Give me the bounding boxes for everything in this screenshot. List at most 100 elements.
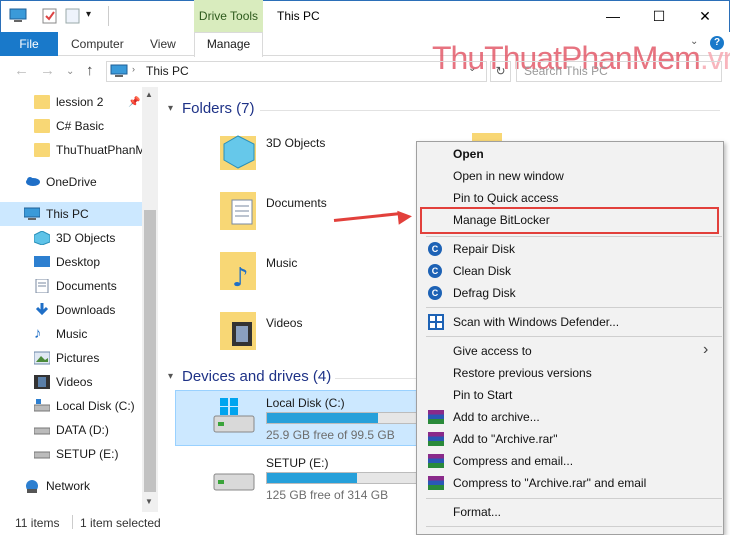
menu-item-open-new-window[interactable]: Open in new window bbox=[453, 169, 564, 183]
tab-manage[interactable]: Manage bbox=[194, 32, 263, 57]
menu-item-format[interactable]: Format... bbox=[453, 505, 501, 519]
tab-view[interactable]: View bbox=[150, 32, 176, 56]
properties-icon[interactable] bbox=[42, 8, 58, 24]
sidebar-scrollbar-thumb[interactable] bbox=[144, 210, 156, 492]
drive-usage-bar bbox=[266, 412, 418, 424]
system-drive-icon bbox=[33, 399, 51, 413]
sidebar-item-downloads[interactable]: Downloads bbox=[0, 298, 142, 322]
sidebar-item-local-disk-c[interactable]: Local Disk (C:) bbox=[0, 394, 142, 418]
divider bbox=[72, 515, 73, 529]
menu-item-give-access[interactable]: Give access to bbox=[453, 344, 532, 358]
menu-item-restore-versions[interactable]: Restore previous versions bbox=[453, 366, 592, 380]
menu-item-pin-quick-access[interactable]: Pin to Quick access bbox=[453, 191, 558, 205]
winrar-icon bbox=[428, 476, 444, 490]
system-drive-icon bbox=[212, 396, 256, 443]
divider bbox=[108, 6, 109, 26]
search-placeholder: Search This PC bbox=[524, 64, 608, 78]
tab-computer[interactable]: Computer bbox=[71, 32, 124, 56]
tab-file[interactable]: File bbox=[0, 32, 58, 56]
film-icon bbox=[34, 375, 50, 389]
close-button[interactable]: ✕ bbox=[682, 0, 728, 32]
sidebar-item-music[interactable]: ♪ Music bbox=[0, 322, 142, 346]
cloud-icon bbox=[24, 175, 40, 189]
maximize-button[interactable]: ☐ bbox=[636, 0, 682, 32]
menu-item-pin-start[interactable]: Pin to Start bbox=[453, 388, 512, 402]
menu-item-compress-rar-email[interactable]: Compress to "Archive.rar" and email bbox=[453, 476, 646, 490]
menu-item-add-archive[interactable]: Add to archive... bbox=[453, 410, 540, 424]
collapse-chevron-icon[interactable]: ▾ bbox=[168, 371, 173, 382]
windows-defender-icon bbox=[428, 314, 444, 333]
drive-usage-fill bbox=[267, 473, 357, 483]
recent-locations-button[interactable]: ⌄ bbox=[66, 66, 74, 77]
sidebar-item-setup-e[interactable]: SETUP (E:) bbox=[0, 442, 142, 466]
window-title: This PC bbox=[277, 9, 320, 23]
menu-separator bbox=[426, 307, 722, 308]
documents-folder-icon[interactable] bbox=[220, 190, 260, 237]
status-item-count: 11 items bbox=[15, 516, 60, 530]
drive-usage-bar bbox=[266, 472, 418, 484]
sidebar-item-lession-2[interactable]: lession 2 📌 bbox=[0, 90, 142, 114]
devices-group-header[interactable]: Devices and drives (4) bbox=[182, 368, 331, 385]
sidebar-item-desktop[interactable]: Desktop bbox=[0, 250, 142, 274]
sidebar-item-data-d[interactable]: DATA (D:) bbox=[0, 418, 142, 442]
computer-icon bbox=[23, 207, 41, 221]
drive-usage-fill bbox=[267, 413, 378, 423]
sidebar-item-videos[interactable]: Videos bbox=[0, 370, 142, 394]
menu-item-clean-disk[interactable]: Clean Disk bbox=[453, 264, 511, 278]
scroll-down-icon[interactable]: ▼ bbox=[145, 497, 153, 506]
forward-button[interactable]: → bbox=[40, 62, 55, 79]
breadcrumb-chevron-icon[interactable]: › bbox=[132, 64, 135, 74]
drive-tools-contextual-tab: Drive Tools bbox=[194, 0, 263, 32]
pin-icon: 📌 bbox=[128, 96, 141, 108]
highlight-box bbox=[420, 207, 719, 234]
annotation-arrow bbox=[333, 212, 400, 222]
sidebar-item-network[interactable]: Network bbox=[0, 474, 142, 498]
computer-icon[interactable] bbox=[9, 8, 27, 24]
sidebar-item-documents[interactable]: Documents bbox=[0, 274, 142, 298]
menu-item-defrag-disk[interactable]: Defrag Disk bbox=[453, 286, 516, 300]
sidebar-item-onedrive[interactable]: OneDrive bbox=[0, 170, 142, 194]
refresh-button[interactable]: ↻ bbox=[490, 61, 511, 82]
minimize-button[interactable]: — bbox=[590, 0, 636, 32]
drive-name: Local Disk (C:) bbox=[266, 396, 345, 410]
up-button[interactable]: ↑ bbox=[86, 62, 94, 79]
menu-item-add-archive-rar[interactable]: Add to "Archive.rar" bbox=[453, 432, 558, 446]
folder-label: Music bbox=[266, 256, 298, 270]
address-dropdown-icon[interactable]: ⌄ bbox=[468, 63, 476, 74]
scroll-up-icon[interactable]: ▲ bbox=[145, 90, 153, 99]
ccleaner-icon: C bbox=[428, 286, 442, 300]
sidebar-item-csharp-basic[interactable]: C# Basic bbox=[0, 114, 142, 138]
menu-item-repair-disk[interactable]: Repair Disk bbox=[453, 242, 515, 256]
drive-icon bbox=[33, 423, 51, 437]
sidebar-item-pictures[interactable]: Pictures bbox=[0, 346, 142, 370]
customize-quick-access-icon[interactable]: ▾ bbox=[86, 9, 91, 20]
collapse-chevron-icon[interactable]: ▾ bbox=[168, 103, 173, 114]
network-icon bbox=[24, 479, 40, 493]
menu-separator bbox=[426, 498, 722, 499]
menu-item-compress-email[interactable]: Compress and email... bbox=[453, 454, 573, 468]
menu-item-open[interactable]: Open bbox=[453, 147, 484, 161]
menu-item-scan-defender[interactable]: Scan with Windows Defender... bbox=[453, 315, 619, 329]
desktop-icon bbox=[34, 255, 50, 269]
drive-icon bbox=[33, 447, 51, 461]
back-button[interactable]: ← bbox=[14, 62, 29, 79]
3d-objects-folder-icon bbox=[220, 130, 260, 177]
menu-separator bbox=[426, 336, 722, 337]
sidebar-item-3d-objects[interactable]: 3D Objects bbox=[0, 226, 142, 250]
music-folder-icon[interactable]: ♪ bbox=[220, 250, 260, 297]
sidebar-item-this-pc[interactable]: This PC bbox=[0, 202, 142, 226]
new-folder-icon[interactable] bbox=[65, 8, 81, 24]
svg-text:♪: ♪ bbox=[232, 263, 249, 293]
folders-group-header[interactable]: Folders (7) bbox=[182, 100, 255, 117]
folder-label: Documents bbox=[266, 196, 327, 210]
download-icon bbox=[34, 303, 50, 317]
folder-icon bbox=[34, 143, 50, 157]
folder-icon bbox=[34, 119, 50, 133]
breadcrumb[interactable]: This PC bbox=[146, 64, 189, 78]
pictures-icon bbox=[33, 351, 51, 365]
annotation-arrow-head bbox=[397, 209, 413, 225]
videos-folder-icon[interactable] bbox=[220, 310, 260, 357]
sidebar-item-thuthuatphanmem[interactable]: ThuThuatPhanM bbox=[0, 138, 142, 162]
this-pc-icon bbox=[110, 64, 128, 81]
winrar-icon bbox=[428, 432, 444, 446]
